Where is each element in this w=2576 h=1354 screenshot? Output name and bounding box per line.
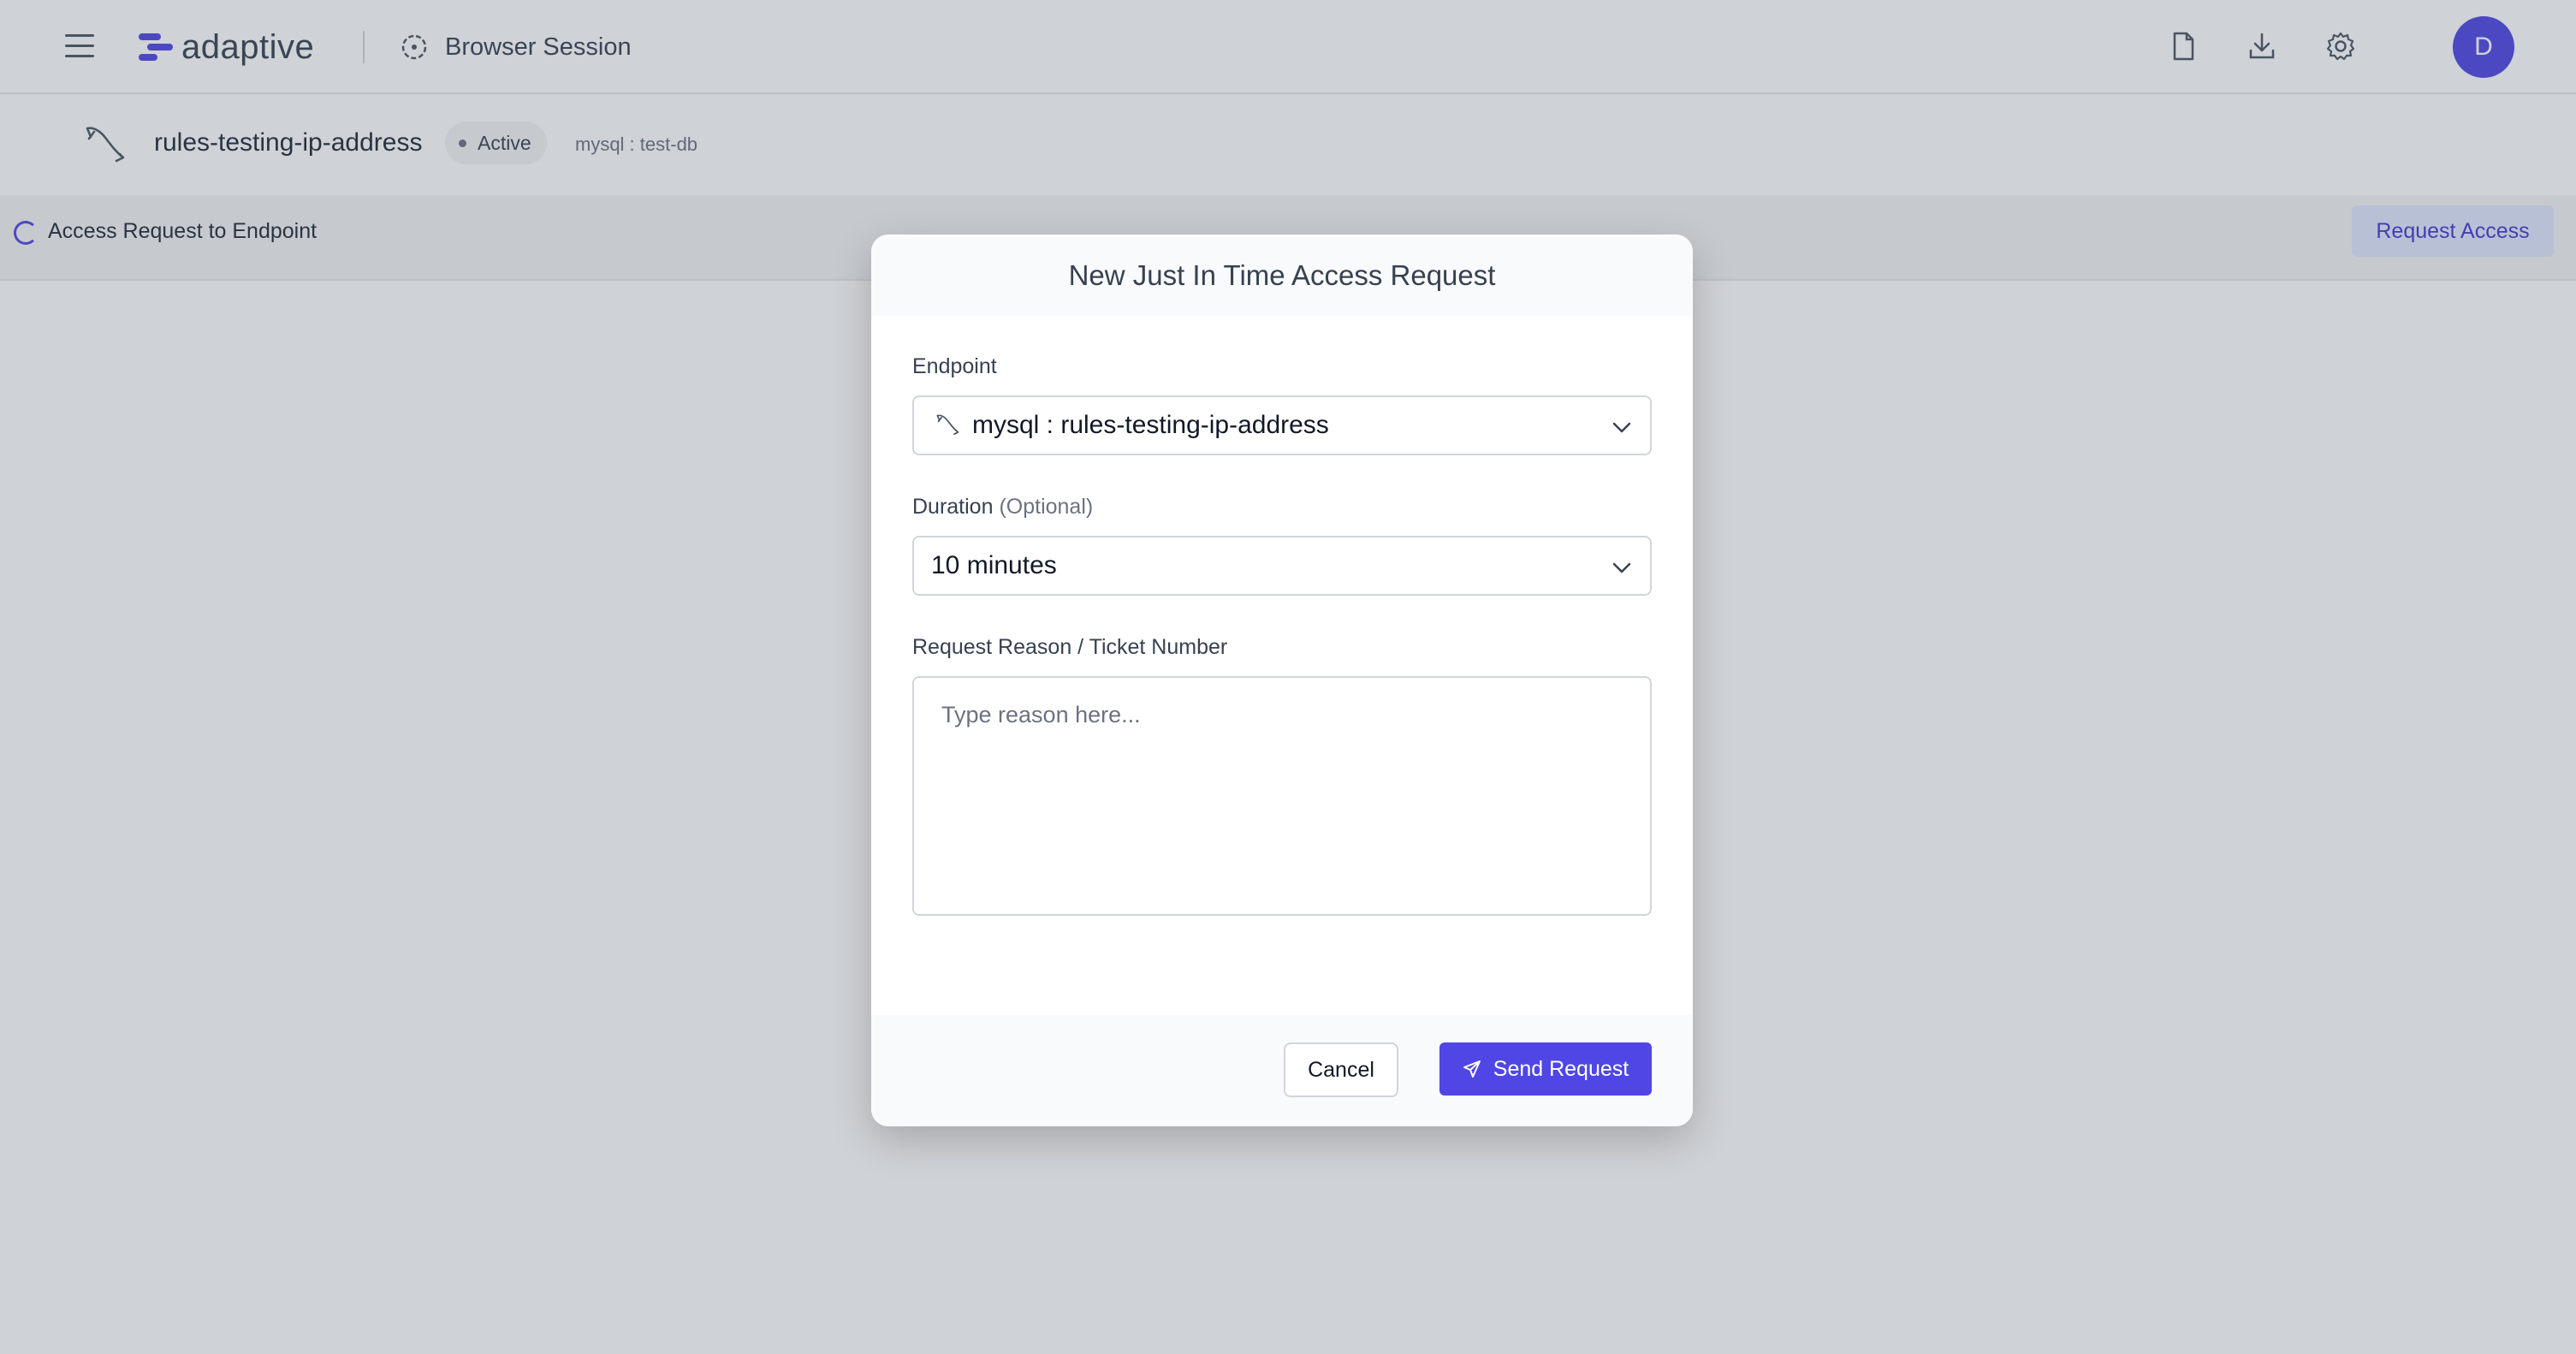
chevron-down-icon: [1612, 422, 1631, 433]
send-request-label: Send Request: [1493, 1056, 1629, 1081]
duration-select[interactable]: 10 minutes: [912, 536, 1652, 596]
send-icon: [1463, 1060, 1481, 1078]
duration-optional-hint: (Optional): [999, 495, 1094, 519]
modal-header: New Just In Time Access Request: [871, 235, 1693, 317]
mysql-dolphin-icon: [936, 414, 959, 436]
cancel-button[interactable]: Cancel: [1284, 1042, 1398, 1097]
chevron-down-icon: [1612, 562, 1631, 573]
reason-label: Request Reason / Ticket Number: [912, 635, 1228, 659]
modal-footer: Cancel Send Request: [871, 1015, 1693, 1126]
duration-label-text: Duration: [912, 495, 994, 519]
send-request-button[interactable]: Send Request: [1439, 1042, 1652, 1096]
endpoint-label: Endpoint: [912, 354, 997, 378]
duration-select-value: 10 minutes: [931, 551, 1057, 579]
reason-textarea[interactable]: [912, 676, 1652, 916]
modal-title: New Just In Time Access Request: [1068, 259, 1496, 291]
endpoint-select-value: mysql : rules-testing-ip-address: [972, 411, 1329, 439]
access-request-modal: New Just In Time Access Request Endpoint…: [871, 235, 1693, 1126]
duration-label: Duration (Optional): [912, 495, 1093, 520]
endpoint-select[interactable]: mysql : rules-testing-ip-address: [912, 395, 1652, 455]
